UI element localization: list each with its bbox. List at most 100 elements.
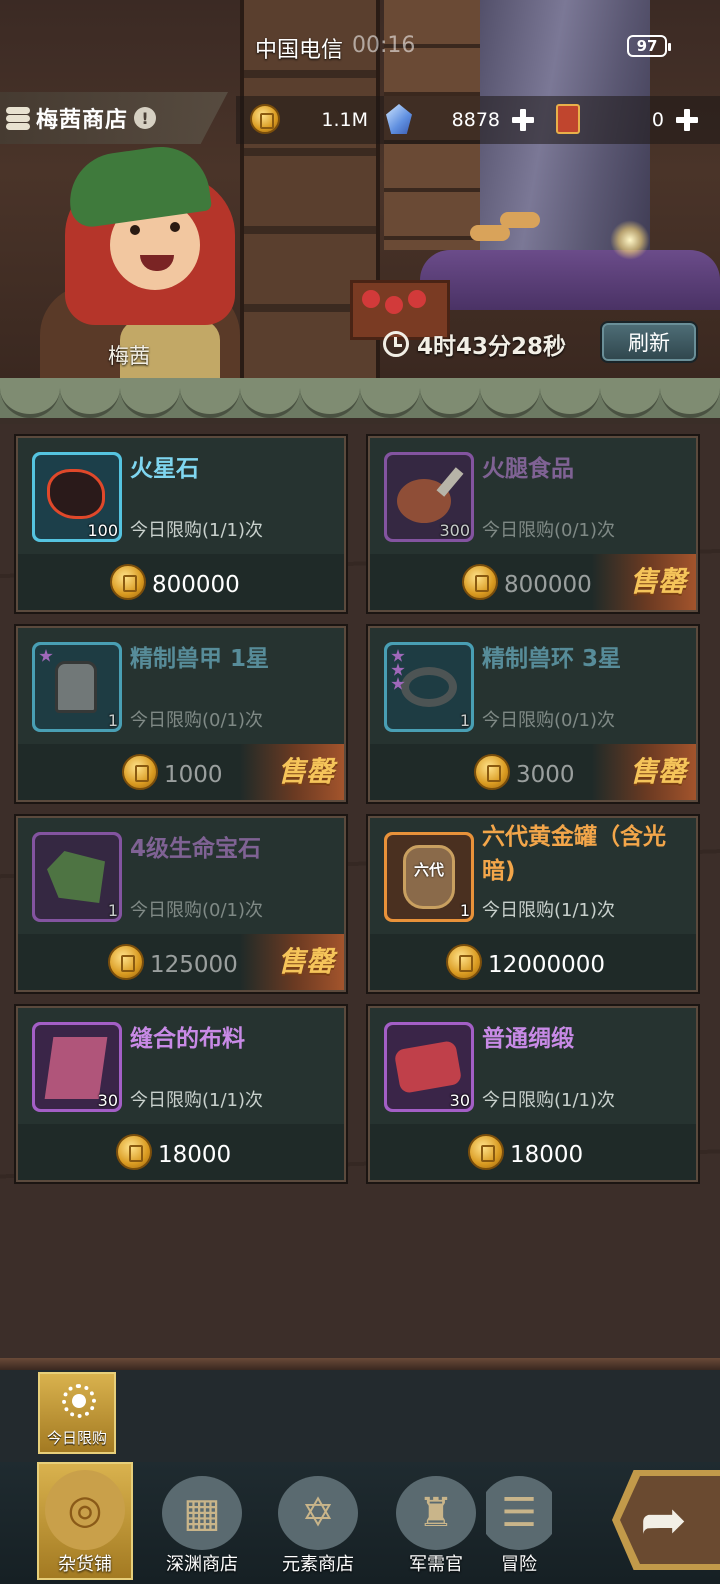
beast-ring-icon: 1 — [384, 642, 474, 732]
lava-stone-icon: 100 — [32, 452, 122, 542]
shop-item-card[interactable]: 30 缝合的布料 今日限购(1/1)次 18000 — [16, 1006, 346, 1182]
refresh-timer: 4时43分28秒 — [375, 324, 595, 364]
bottom-nav: ◎ 杂货铺 ▦ 深渊商店 ✡ 元素商店 ♜ 军需官 ☰ 冒险 — [0, 1462, 720, 1584]
item-quantity: 1 — [107, 901, 118, 920]
shop-item-card[interactable]: 30 普通绸缎 今日限购(1/1)次 18000 — [368, 1006, 698, 1182]
refresh-button[interactable]: 刷新 — [600, 321, 698, 363]
sun-icon — [62, 1384, 96, 1418]
crystal-icon — [386, 104, 412, 134]
item-price: 18000 — [158, 1142, 232, 1168]
apple-decoration — [385, 296, 403, 314]
shop-item-card[interactable]: 1 精制兽环 3星 今日限购(0/1)次 3000 售罄 — [368, 626, 698, 802]
add-crystal-button[interactable] — [512, 109, 534, 131]
life-gem-icon: 1 — [32, 832, 122, 922]
scroll-icon: ☰ — [486, 1476, 552, 1550]
soldout-badge: 售罄 — [277, 945, 334, 978]
item-name: 火腿食品 — [482, 456, 574, 482]
purchase-limit: 今日限购(1/1)次 — [482, 900, 616, 921]
item-name: 4级生命宝石 — [130, 836, 262, 862]
item-price: 18000 — [510, 1142, 584, 1168]
cloth-icon: 30 — [32, 1022, 122, 1112]
panel-divider — [0, 1358, 720, 1370]
coins-stack-icon — [6, 107, 30, 130]
ticket-icon — [556, 104, 580, 134]
timer-text: 4时43分28秒 — [417, 334, 567, 360]
gold-coin-icon — [250, 104, 280, 134]
carrier-label: 中国电信 — [255, 38, 344, 63]
nav-adventure[interactable]: ☰ 冒险 — [486, 1470, 552, 1576]
item-name: 精制兽甲 1星 — [130, 646, 270, 672]
table-decoration — [420, 250, 720, 310]
purchase-limit: 今日限购(1/1)次 — [130, 520, 264, 541]
purchase-limit: 今日限购(0/1)次 — [130, 710, 264, 731]
add-ticket-button[interactable] — [676, 109, 698, 131]
purchase-limit: 今日限购(0/1)次 — [482, 710, 616, 731]
purchase-limit: 今日限购(1/1)次 — [482, 1090, 616, 1111]
nav-label: 杂货铺 — [58, 1554, 112, 1575]
item-name: 六代黄金罐（含光暗) — [482, 824, 666, 884]
tab-daily-limited[interactable]: 今日限购 — [38, 1372, 116, 1454]
helmet-icon: ♜ — [396, 1476, 476, 1550]
item-name: 普通绸缎 — [482, 1026, 574, 1052]
item-price: 1000 — [164, 762, 223, 788]
battery-indicator: 97 — [627, 35, 671, 57]
gold-coin-icon — [468, 1134, 504, 1170]
apple-decoration — [362, 290, 380, 308]
clock-icon — [383, 331, 409, 357]
item-quantity: 1 — [459, 901, 470, 920]
npc-name: 梅茜 — [108, 344, 150, 368]
golden-jar-icon: 六代 1 — [384, 832, 474, 922]
gold-coin-icon — [116, 1134, 152, 1170]
gold-coin-icon — [474, 754, 510, 790]
coins-icon: ◎ — [45, 1470, 125, 1550]
gold-coin-icon — [108, 944, 144, 980]
nav-label: 军需官 — [409, 1554, 463, 1575]
gold-amount: 1.1M — [321, 109, 368, 131]
nav-element-shop[interactable]: ✡ 元素商店 — [270, 1470, 366, 1576]
purchase-limit: 今日限购(0/1)次 — [130, 900, 264, 921]
item-price: 125000 — [150, 952, 238, 978]
nav-general-store[interactable]: ◎ 杂货铺 — [37, 1462, 133, 1580]
silk-icon: 30 — [384, 1022, 474, 1112]
daily-tab-label: 今日限购 — [46, 1429, 107, 1447]
item-quantity: 300 — [439, 521, 470, 540]
gold-coin-icon — [462, 564, 498, 600]
item-price: 800000 — [504, 572, 592, 598]
awning — [0, 378, 720, 418]
currency-bar: 1.1M 8878 0 — [236, 96, 720, 144]
item-price: 12000000 — [488, 952, 606, 978]
crates-icon: ▦ — [162, 1476, 242, 1550]
npc-eye — [170, 222, 180, 232]
soldout-badge: 售罄 — [629, 755, 686, 788]
ticket-amount: 0 — [651, 109, 664, 131]
shop-item-card[interactable]: 1 4级生命宝石 今日限购(0/1)次 125000 售罄 — [16, 816, 346, 992]
nav-label: 深渊商店 — [166, 1554, 238, 1575]
item-quantity: 30 — [97, 1091, 118, 1110]
shop-item-card[interactable]: 300 火腿食品 今日限购(0/1)次 800000 售罄 — [368, 436, 698, 612]
nav-abyss-shop[interactable]: ▦ 深渊商店 — [154, 1470, 250, 1576]
item-price: 800000 — [152, 572, 240, 598]
shop-item-card[interactable]: 1 精制兽甲 1星 今日限购(0/1)次 1000 售罄 — [16, 626, 346, 802]
gold-coin-icon — [446, 944, 482, 980]
hexagram-icon: ✡ — [278, 1476, 358, 1550]
shop-title: 梅茜商店 — [36, 108, 129, 133]
shop-item-card[interactable]: 六代 1 六代黄金罐（含光暗) 今日限购(1/1)次 12000000 — [368, 816, 698, 992]
info-icon[interactable]: ! — [134, 107, 157, 129]
beast-armor-icon: 1 — [32, 642, 122, 732]
purchase-limit: 今日限购(0/1)次 — [482, 520, 616, 541]
back-arrow-icon: ➦ — [640, 1488, 687, 1553]
item-quantity: 100 — [87, 521, 118, 540]
jar-label: 六代 — [413, 861, 444, 879]
item-price: 3000 — [516, 762, 575, 788]
clock-time: 00:16 — [352, 33, 416, 58]
ham-icon: 300 — [384, 452, 474, 542]
shop-item-card[interactable]: 100 火星石 今日限购(1/1)次 800000 — [16, 436, 346, 612]
item-quantity: 1 — [107, 711, 118, 730]
purchase-limit: 今日限购(1/1)次 — [130, 1090, 264, 1111]
soldout-badge: 售罄 — [277, 755, 334, 788]
bread-decoration — [500, 212, 540, 228]
nav-quartermaster[interactable]: ♜ 军需官 — [388, 1470, 484, 1576]
item-name: 缝合的布料 — [130, 1026, 245, 1052]
nav-label: 冒险 — [501, 1554, 537, 1575]
crystal-amount: 8878 — [451, 109, 500, 131]
